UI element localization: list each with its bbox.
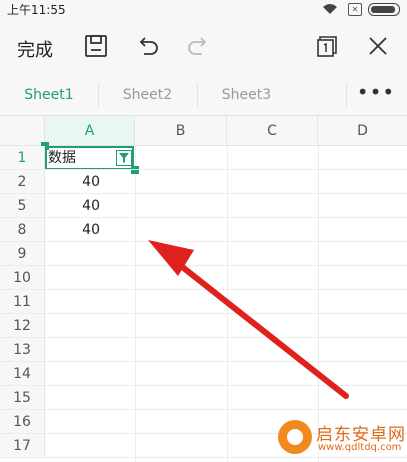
watermark-url: www.qdltdq.com	[318, 442, 402, 453]
annotation-arrow	[148, 240, 349, 399]
watermark: 启东安卓网 www.qdltdq.com	[278, 416, 407, 462]
watermark-logo	[278, 420, 312, 454]
